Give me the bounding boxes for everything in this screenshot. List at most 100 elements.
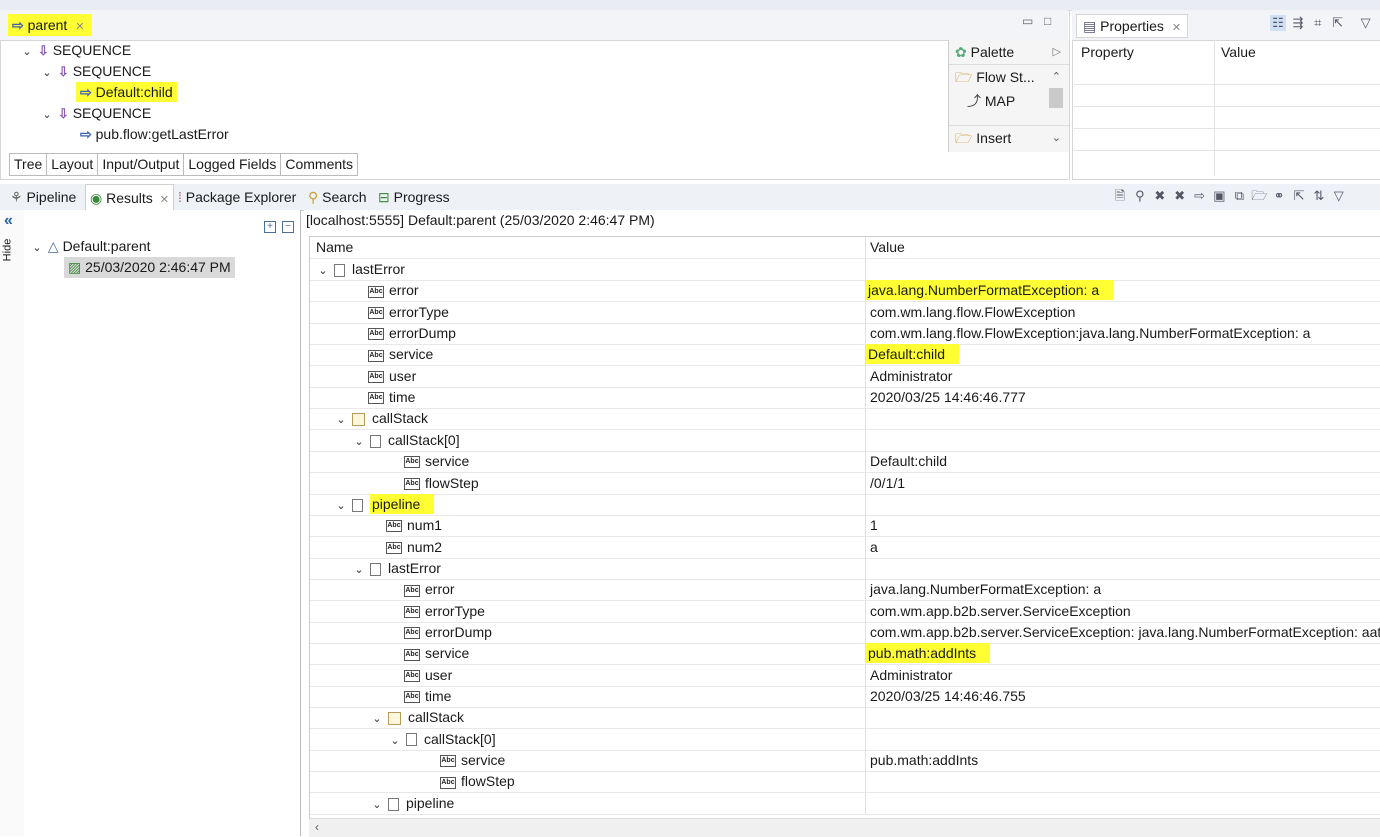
chevron-down-icon[interactable]: ⌄ (334, 410, 348, 431)
row-name-label: num1 (407, 517, 443, 534)
chevron-down-icon[interactable]: ⌄ (20, 42, 34, 63)
maximize-icon[interactable]: □ (1044, 14, 1051, 28)
copy-icon[interactable]: ⧉ (1231, 188, 1247, 204)
chevron-down-icon[interactable]: ⌄ (352, 432, 366, 453)
tab-progress[interactable]: ⊟ Progress (378, 184, 450, 210)
tree-node-sequence[interactable]: ⌄ ⇩ SEQUENCE (20, 103, 920, 124)
sort-icon[interactable]: ⇅ (1311, 188, 1327, 204)
tree-node-invoke-child[interactable]: ⇨ Default:child (20, 82, 920, 103)
locate-icon[interactable]: ⚲ (1132, 188, 1148, 204)
chevron-right-icon[interactable]: ▷ (1053, 40, 1061, 64)
hide-label[interactable]: Hide (1, 239, 13, 262)
chevron-down-icon[interactable]: ⌄ (40, 105, 54, 126)
expand-all-icon[interactable]: + (264, 216, 276, 233)
open-icon[interactable]: 🗁 (1251, 188, 1267, 204)
table-row-field[interactable]: Abc flowStep (310, 771, 1380, 794)
table-row-document[interactable]: ⌄ lastError (310, 259, 1380, 281)
chevron-down-icon[interactable]: ⌄ (388, 731, 402, 752)
table-row-field[interactable]: Abc error java.lang.NumberFormatException:… (310, 280, 1380, 303)
chevron-down-icon[interactable]: ⌄ (30, 238, 44, 259)
tree-node-sequence[interactable]: ⌄ ⇩ SEQUENCE (20, 61, 920, 82)
table-row-field[interactable]: Abc user Administrator (310, 664, 1380, 687)
palette-drawer-insert[interactable]: 🗁 Insert ⌄ (949, 125, 1069, 150)
collapse-left-icon[interactable]: « (4, 212, 13, 230)
scroll-left-icon[interactable]: ‹ (315, 820, 319, 834)
table-row-field[interactable]: Abc errorDump com.wm.app.b2b.server.Servic… (310, 621, 1380, 644)
tab-pipeline[interactable]: ⚘ Pipeline (10, 184, 76, 210)
remove-icon[interactable]: ✖ (1152, 188, 1168, 204)
horizontal-scrollbar[interactable]: ‹ (309, 818, 1380, 837)
history-run-item[interactable]: ▨ 25/03/2020 2:46:47 PM (64, 257, 235, 278)
table-row-field[interactable]: Abc errorType com.wm.app.b2b.server.Servic… (310, 600, 1380, 623)
table-row-document[interactable]: ⌄ pipeline (310, 792, 1380, 816)
tree-node-invoke-getlasterror[interactable]: ⇨ pub.flow:getLastError (20, 124, 920, 145)
table-row-document[interactable]: ⌄ lastError (310, 557, 1380, 581)
link-icon[interactable]: ⚭ (1271, 188, 1287, 204)
save-icon[interactable]: ▣ (1211, 188, 1227, 204)
remove-all-icon[interactable]: ✖ (1172, 188, 1188, 204)
close-icon[interactable]: ✕ (75, 21, 84, 33)
table-row-field[interactable]: Abc service pub.math:addInts (310, 750, 1380, 773)
editor-tab-parent[interactable]: ⇨ parent ✕ (8, 14, 93, 36)
chevron-up-icon[interactable]: ⌃ (1052, 65, 1061, 89)
palette-drawer-flow-steps[interactable]: 🗁 Flow St... ⌃ (949, 65, 1069, 89)
table-row-document[interactable]: ⌄ callStack (310, 408, 1380, 431)
table-row-field[interactable]: Abc service Default:child (310, 451, 1380, 474)
categories-icon[interactable]: ☷ (1270, 15, 1286, 31)
table-row-field[interactable]: Abc errorDump com.wm.lang.flow.FlowExcepti… (310, 323, 1380, 346)
filter-icon[interactable]: ⇶ (1290, 15, 1306, 31)
table-row-document[interactable]: ⌄ pipeline (310, 493, 1380, 517)
table-row-field[interactable]: Abc flowStep/0/1/1 (310, 472, 1380, 495)
tab-properties[interactable]: ▤ Properties ✕ (1076, 14, 1189, 38)
col-name-header[interactable]: Name (310, 237, 353, 258)
tab-package-explorer[interactable]: ⁞ Package Explorer (178, 184, 296, 210)
string-field-icon: Abc (404, 584, 420, 597)
table-row-field[interactable]: Abc errorType com.wm.lang.flow.FlowExcepti… (310, 301, 1380, 324)
tab-layout[interactable]: Layout (47, 154, 99, 176)
table-row-field[interactable]: Abc error java.lang.NumberFormatException:… (310, 579, 1380, 602)
view-menu-icon[interactable]: ▽ (1358, 15, 1374, 31)
export-icon[interactable]: ⇱ (1291, 188, 1307, 204)
table-row-field[interactable]: Abc time 2020/03/25 14:46:46.755 (310, 686, 1380, 708)
palette-scrollbar-thumb[interactable] (1049, 88, 1063, 108)
restore-default-icon[interactable]: ⌗ (1310, 15, 1326, 31)
history-root[interactable]: ⌄ △ Default:parent (30, 236, 150, 259)
table-row-field[interactable]: Abc time 2020/03/25 14:46:46.777 (310, 387, 1380, 410)
table-row-field[interactable]: Abc num2 a (310, 536, 1380, 559)
sequence-icon: ⇩ (37, 43, 49, 58)
chevron-down-icon[interactable]: ⌄ (1052, 126, 1061, 150)
collapse-all-icon[interactable]: − (282, 216, 294, 233)
table-row-field[interactable]: Abc num1 1 (310, 515, 1380, 538)
chevron-down-icon[interactable]: ⌄ (316, 261, 330, 282)
export-icon[interactable]: ⇱ (1330, 15, 1346, 31)
row-value-label: com.wm.lang.flow.FlowException (870, 303, 1076, 320)
table-row-document[interactable]: ⌄ callStack (310, 707, 1380, 730)
palette-header[interactable]: ✿ Palette ▷ (949, 40, 1069, 65)
tab-results[interactable]: ◉ Results ✕ (85, 184, 174, 211)
table-row-field[interactable]: Abc user Administrator (310, 365, 1380, 388)
chevron-down-icon[interactable]: ⌄ (352, 560, 366, 581)
chevron-down-icon[interactable]: ⌄ (370, 709, 384, 730)
table-row-field[interactable]: Abc service Default:child (310, 344, 1380, 367)
table-row-document[interactable]: ⌄ callStack[0] (310, 728, 1380, 752)
close-icon[interactable]: ✕ (1172, 22, 1181, 34)
restore-icon[interactable]: ⇨ (1192, 188, 1208, 204)
save-results-icon[interactable]: 🗎 (1112, 188, 1128, 204)
table-row-field[interactable]: Abc service pub.math:addInts (310, 643, 1380, 666)
tab-logged-fields[interactable]: Logged Fields (184, 154, 282, 176)
view-menu-icon[interactable]: ▽ (1331, 188, 1347, 204)
chevron-down-icon[interactable]: ⌄ (334, 496, 348, 517)
col-value-header[interactable]: Value (865, 237, 1380, 258)
chevron-down-icon[interactable]: ⌄ (40, 63, 54, 84)
minimize-icon[interactable]: ▭ (1022, 14, 1033, 28)
row-name-label: errorDump (425, 623, 492, 640)
tree-node-sequence[interactable]: ⌄ ⇩ SEQUENCE (20, 40, 920, 61)
close-icon[interactable]: ✕ (160, 194, 169, 206)
chevron-down-icon[interactable]: ⌄ (370, 795, 384, 816)
table-row-document[interactable]: ⌄ callStack[0] (310, 429, 1380, 453)
tab-tree[interactable]: Tree (9, 154, 48, 176)
tab-search[interactable]: ⚲ Search (308, 184, 367, 210)
row-value-cell (865, 429, 1380, 451)
tab-input-output[interactable]: Input/Output (98, 154, 185, 176)
tab-comments[interactable]: Comments (281, 154, 359, 176)
